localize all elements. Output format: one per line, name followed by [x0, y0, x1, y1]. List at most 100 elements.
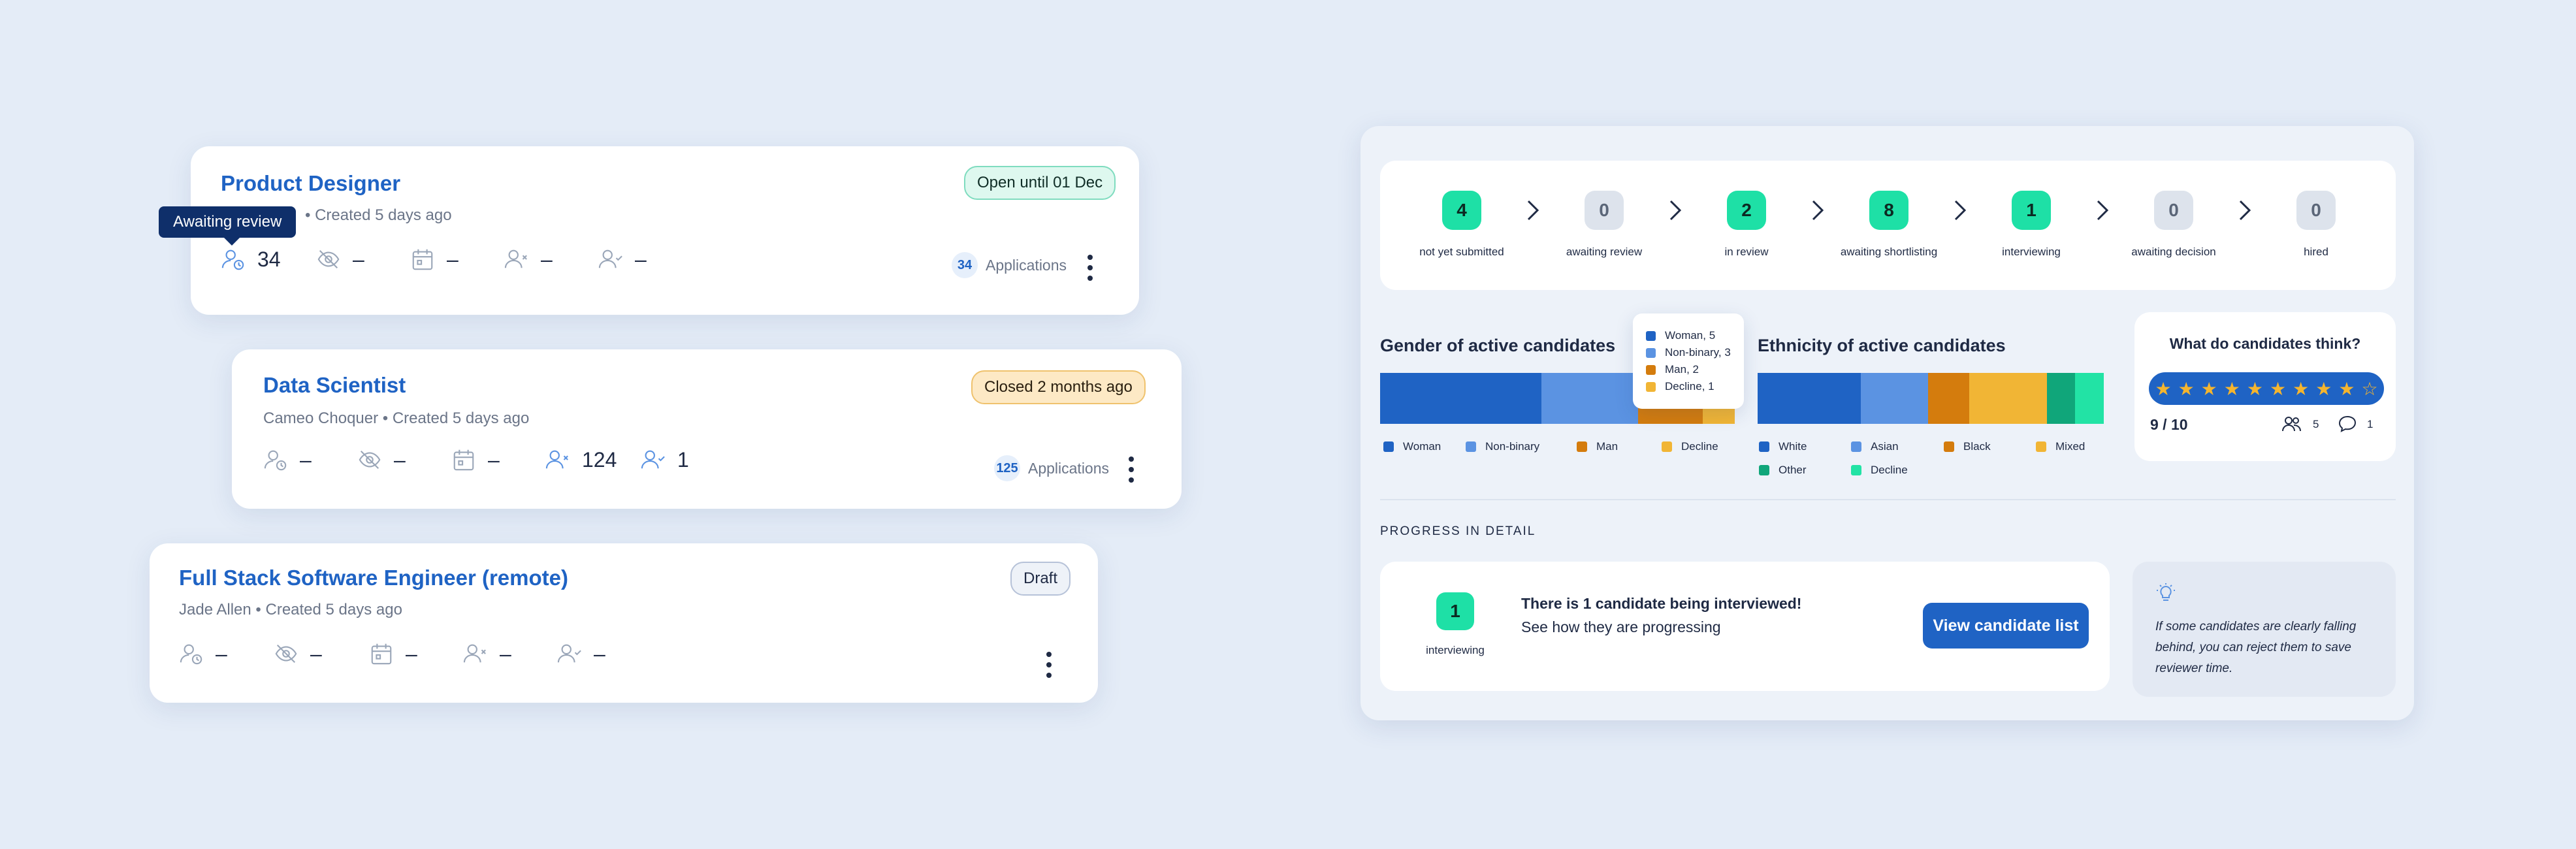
star-icon: ☆	[2361, 378, 2378, 399]
stat-accepted[interactable]: 1	[641, 447, 689, 472]
stat-rejected[interactable]: 124	[545, 447, 617, 472]
legend-swatch	[1662, 441, 1672, 452]
legend-label: Woman	[1403, 440, 1441, 453]
applications-count: 34	[952, 252, 978, 278]
legend-item: Woman	[1383, 440, 1441, 453]
stat-accepted[interactable]: –	[598, 247, 647, 272]
step-count: 1	[2012, 191, 2051, 230]
stat-hidden[interactable]: –	[316, 247, 364, 272]
pipeline-step[interactable]: 0 awaiting review	[1539, 191, 1669, 259]
bar-segment-asian[interactable]	[1861, 373, 1929, 424]
bar-segment-black[interactable]	[1928, 373, 1970, 424]
job-title[interactable]: Full Stack Software Engineer (remote)	[179, 566, 568, 590]
applications-count: 125	[994, 455, 1020, 481]
stat-value: –	[394, 447, 406, 472]
stat-value: –	[488, 447, 500, 472]
legend-item: Black	[1944, 440, 1991, 453]
pipeline-step[interactable]: 0 hired	[2251, 191, 2381, 259]
step-count: 0	[1585, 191, 1624, 230]
feedback-title: What do candidates think?	[2169, 335, 2361, 352]
progress-count-label: interviewing	[1426, 644, 1485, 656]
pipeline-step[interactable]: 4 not yet submitted	[1396, 191, 1527, 259]
stat-scheduled[interactable]: –	[410, 247, 459, 272]
legend-item: Man	[1577, 440, 1618, 453]
stat-value: –	[300, 447, 312, 472]
legend-swatch	[1466, 441, 1476, 452]
stat-scheduled[interactable]: –	[369, 641, 417, 666]
applications-label: Applications	[1028, 459, 1110, 477]
pipeline-step[interactable]: 1 interviewing	[1966, 191, 2097, 259]
more-options-icon[interactable]	[1087, 255, 1093, 281]
ethnicity-chart-title: Ethnicity of active candidates	[1758, 336, 2006, 355]
tip-text: If some candidates are clearly falling b…	[2155, 620, 2357, 675]
chevron-right-icon	[1527, 200, 1539, 221]
star-icon: ★	[2338, 378, 2355, 399]
applications-link[interactable]: 125 Applications	[994, 455, 1109, 481]
more-options-icon[interactable]	[1046, 652, 1052, 678]
stat-awaiting-review[interactable]: –	[263, 447, 312, 472]
comment-icon	[2338, 415, 2357, 432]
user-x-icon	[504, 249, 527, 268]
stat-hidden[interactable]: –	[274, 641, 322, 666]
stat-awaiting-review[interactable]: 34	[221, 247, 281, 272]
tooltip-item: Decline, 1	[1646, 380, 1731, 393]
stat-value: –	[635, 247, 647, 271]
user-clock-icon	[180, 644, 202, 665]
stat-scheduled[interactable]: –	[451, 447, 500, 472]
gender-chart-title: Gender of active candidates	[1380, 336, 1616, 355]
star-icon: ★	[2178, 378, 2195, 399]
stat-accepted[interactable]: –	[557, 641, 605, 666]
awaiting-review-tooltip: Awaiting review	[159, 206, 297, 246]
step-count: 0	[2154, 191, 2193, 230]
chevron-right-icon	[1954, 200, 1967, 221]
job-card-product-designer[interactable]: Product Designer • Created 5 days ago Op…	[191, 146, 1139, 315]
stat-rejected[interactable]: –	[463, 641, 511, 666]
bar-segment-mixed[interactable]	[1969, 373, 2047, 424]
user-clock-icon	[264, 450, 287, 471]
calendar-icon	[453, 449, 474, 471]
stat-rejected[interactable]: –	[504, 247, 553, 272]
star-icon: ★	[2200, 378, 2217, 399]
bar-segment-non-binary[interactable]	[1541, 373, 1638, 424]
bar-segment-woman[interactable]	[1380, 373, 1541, 424]
bar-segment-decline[interactable]	[2075, 373, 2104, 424]
job-card-full-stack-engineer[interactable]: Full Stack Software Engineer (remote) Ja…	[150, 543, 1098, 703]
bar-segment-white[interactable]	[1758, 373, 1861, 424]
star-icon: ★	[2293, 378, 2310, 399]
star-icon: ★	[2270, 378, 2287, 399]
progress-message-bold: There is 1 candidate being interviewed!	[1521, 595, 1802, 612]
legend-label: Man	[1596, 440, 1618, 453]
stat-awaiting-review[interactable]: –	[179, 641, 227, 666]
stat-value: 124	[582, 447, 617, 472]
user-x-icon	[545, 450, 568, 469]
view-candidate-list-button[interactable]: View candidate list	[1923, 603, 2089, 649]
job-title[interactable]: Data Scientist	[263, 373, 406, 398]
tooltip-text: Decline, 1	[1665, 380, 1715, 392]
pipeline-step[interactable]: 8 awaiting shortlisting	[1824, 191, 1954, 259]
stat-value: –	[310, 641, 322, 665]
pipeline-step[interactable]: 2 in review	[1681, 191, 1812, 259]
eye-off-icon	[275, 644, 297, 664]
applications-label: Applications	[986, 256, 1067, 274]
tooltip-item: Non-binary, 3	[1646, 346, 1731, 359]
progress-message: See how they are progressing	[1521, 618, 1721, 635]
job-card-data-scientist[interactable]: Data Scientist Cameo Choquer • Created 5…	[232, 349, 1182, 509]
job-title[interactable]: Product Designer	[221, 171, 400, 196]
legend-label: Asian	[1871, 440, 1899, 453]
star-rating: ★ ★ ★ ★ ★ ★ ★ ★ ★ ☆	[2149, 372, 2384, 405]
pipeline-step[interactable]: 0 awaiting decision	[2108, 191, 2239, 259]
stat-value: –	[541, 247, 553, 271]
star-icon: ★	[2246, 378, 2263, 399]
more-options-icon[interactable]	[1128, 457, 1135, 483]
star-icon: ★	[2315, 378, 2332, 399]
tooltip-item: Man, 2	[1646, 363, 1731, 376]
legend-label: Decline	[1871, 464, 1908, 476]
legend-item: Decline	[1662, 440, 1718, 453]
job-subtitle: Jade Allen • Created 5 days ago	[179, 601, 402, 618]
applications-link[interactable]: 34 Applications	[952, 252, 1067, 278]
step-label: interviewing	[2002, 246, 2061, 258]
bar-segment-other[interactable]	[2046, 373, 2076, 424]
ethnicity-bar[interactable]	[1758, 373, 2104, 424]
stat-hidden[interactable]: –	[357, 447, 406, 472]
step-label: in review	[1724, 246, 1769, 258]
